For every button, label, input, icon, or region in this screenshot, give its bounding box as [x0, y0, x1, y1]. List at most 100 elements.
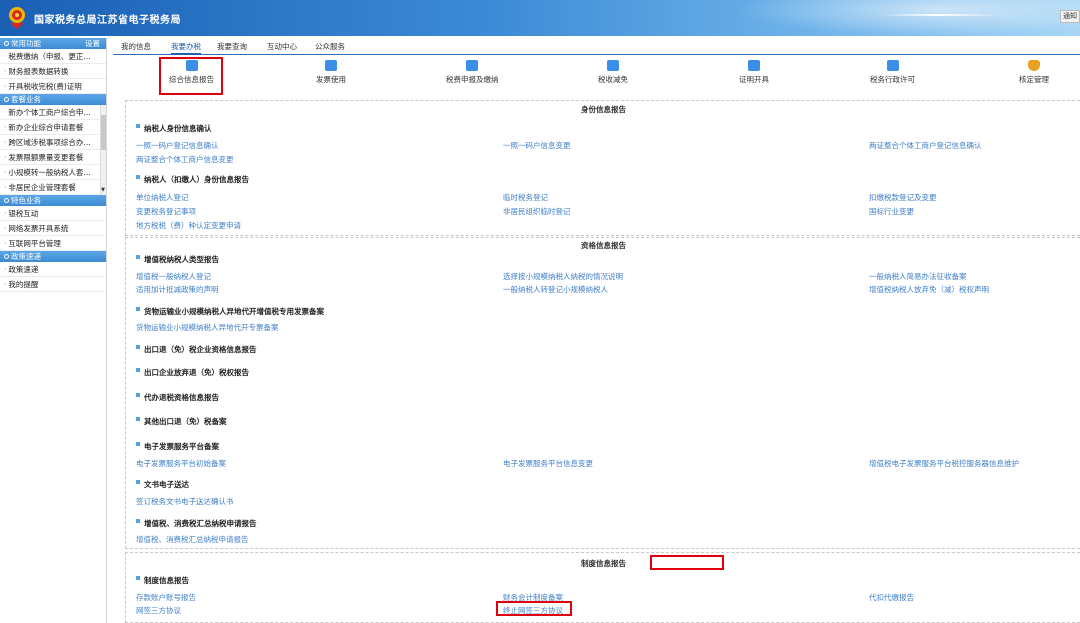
tool-invoice[interactable]: 发票使用: [316, 60, 346, 85]
service-link[interactable]: 增值税、消费税汇总纳税申请报告: [136, 534, 249, 545]
service-link[interactable]: 货物运输业小规模纳税人异地代开专票备案: [136, 322, 279, 333]
banner-streak: [880, 14, 1000, 16]
service-link[interactable]: 临时税务登记: [503, 192, 548, 203]
service-link[interactable]: 变更税务登记事项: [136, 206, 196, 217]
sidebar-section-common[interactable]: 常用功能 设置: [0, 38, 106, 49]
service-link[interactable]: 增值税一般纳税人登记: [136, 271, 211, 282]
tab-do-tax[interactable]: 我要办税: [171, 41, 201, 55]
service-link[interactable]: 存款账户账号报告: [136, 592, 196, 603]
tool-license[interactable]: 税务行政许可: [870, 60, 915, 85]
scrollbar-thumb[interactable]: [101, 115, 106, 150]
sidebar-section-policy[interactable]: 政策速递: [0, 251, 106, 262]
circle-icon: [4, 198, 9, 203]
sidebar-section-package[interactable]: 套餐业务: [0, 94, 106, 105]
sidebar-item[interactable]: 政策速递: [0, 262, 106, 277]
sidebar-item[interactable]: 发票限额票量变更套餐: [0, 150, 106, 165]
sidebar-item[interactable]: 网络发票开具系统: [0, 221, 106, 236]
service-link[interactable]: 两证整合个体工商户信息变更: [136, 154, 234, 165]
tool-declare[interactable]: 税费申报及缴纳: [446, 60, 499, 85]
service-link[interactable]: 地方税税（费）种认定变更申请: [136, 220, 241, 231]
license-icon: [886, 60, 899, 71]
service-link[interactable]: 选择按小规模纳税人纳税的情况说明: [503, 271, 623, 282]
sidebar-item[interactable]: 财务报表数据转换: [0, 64, 106, 79]
sidebar-item[interactable]: 银税互动: [0, 206, 106, 221]
certificate-icon: [748, 60, 760, 71]
service-link[interactable]: 扣缴税款登记及变更: [869, 192, 937, 203]
invoice-icon: [325, 60, 337, 71]
tab-interaction[interactable]: 互动中心: [267, 41, 297, 52]
circle-icon: [4, 41, 9, 46]
section-qualification: 资格信息报告 增值税纳税人类型报告 增值税一般纳税人登记 选择按小规模纳税人纳税…: [125, 237, 1080, 549]
sidebar-item[interactable]: 新办企业综合申请套餐: [0, 120, 106, 135]
sidebar-section-special[interactable]: 特色业务: [0, 195, 106, 206]
tool-assessment[interactable]: 核定管理: [1019, 60, 1049, 85]
main-content: 身份信息报告 纳税人身份信息确认 一照一码户登记信息确认 一照一码户信息变更 两…: [113, 96, 1080, 623]
tab-public-service[interactable]: 公众服务: [315, 41, 345, 52]
tool-label: 核定管理: [1019, 75, 1049, 84]
scroll-down-icon[interactable]: ▼: [100, 187, 106, 193]
notice-link[interactable]: 通知: [1060, 10, 1080, 23]
group-title: 增值税、消费税汇总纳税申请报告: [136, 518, 257, 529]
group-title: 出口退（免）税企业资格信息报告: [136, 344, 257, 355]
highlight-box: [496, 601, 572, 616]
service-link[interactable]: 一般纳税人简易办法征收备案: [869, 271, 967, 282]
tool-certificate[interactable]: 证明开具: [739, 60, 769, 85]
group-title: 代办退税资格信息报告: [136, 392, 219, 403]
group-title: 文书电子送达: [136, 479, 189, 490]
sidebar-item[interactable]: 税费缴纳（申报、更正…: [0, 49, 106, 64]
group-title: 货物运输业小规模纳税人异地代开增值税专用发票备案: [136, 306, 324, 317]
tool-label: 税务行政许可: [870, 75, 915, 84]
highlight-box: [159, 57, 223, 95]
section-system: 制度信息报告 制度信息报告 存款账户账号报告 财务会计制度备案 代扣代缴报告 网…: [125, 552, 1080, 623]
group-title: 其他出口退（免）税备案: [136, 416, 227, 427]
group-title: 出口企业放弃退（免）税权报告: [136, 367, 249, 378]
top-banner: 国家税务总局江苏省电子税务局 通知: [0, 0, 1080, 36]
settings-link[interactable]: 设置: [85, 38, 100, 49]
sidebar-item[interactable]: 互联网平台管理: [0, 236, 106, 251]
service-link[interactable]: 一照一码户登记信息确认: [136, 140, 219, 151]
site-title: 国家税务总局江苏省电子税务局: [34, 15, 181, 26]
service-link[interactable]: 增值税电子发票服务平台税控服务器信息维护: [869, 458, 1019, 469]
service-link[interactable]: 国标行业变更: [869, 206, 914, 217]
tab-my-info[interactable]: 我的信息: [121, 41, 151, 52]
service-link[interactable]: 一般纳税人转登记小规模纳税人: [503, 284, 608, 295]
section-title: 特色业务: [11, 196, 41, 205]
service-link[interactable]: 签订税务文书电子送达确认书: [136, 496, 234, 507]
section-title: 资格信息报告: [581, 241, 626, 250]
shield-icon: [1028, 60, 1040, 71]
service-link[interactable]: 两证整合个体工商户登记信息确认: [869, 140, 982, 151]
tool-label: 发票使用: [316, 75, 346, 84]
tool-reduction[interactable]: 税收减免: [598, 60, 628, 85]
calculator-icon: [607, 60, 619, 71]
service-link[interactable]: 非居民组织临时登记: [503, 206, 571, 217]
service-link[interactable]: 电子发票服务平台信息变更: [503, 458, 593, 469]
group-title: 纳税人（扣缴人）身份信息报告: [136, 174, 249, 185]
sidebar-item[interactable]: 我的提醒: [0, 277, 106, 292]
tool-label: 证明开具: [739, 75, 769, 84]
service-link[interactable]: 一照一码户信息变更: [503, 140, 571, 151]
sidebar-item[interactable]: 开具税收完税(费)证明: [0, 79, 106, 94]
service-link[interactable]: 单位纳税人登记: [136, 192, 189, 203]
function-toolbar: 综合信息报告 发票使用 税费申报及缴纳 税收减免 证明开具 税务行政许可 核定管…: [113, 56, 1080, 95]
circle-icon: [4, 97, 9, 102]
service-link[interactable]: 代扣代缴报告: [869, 592, 914, 603]
service-link[interactable]: 增值税纳税人放弃免（减）税权声明: [869, 284, 989, 295]
group-title: 制度信息报告: [136, 575, 189, 586]
service-link[interactable]: 适用加计抵减政策的声明: [136, 284, 219, 295]
group-title: 增值税纳税人类型报告: [136, 254, 219, 265]
circle-icon: [4, 254, 9, 259]
sidebar-item[interactable]: 小规模转一般纳税人套…: [0, 165, 106, 180]
service-link[interactable]: 网签三方协议: [136, 605, 181, 616]
sidebar: 常用功能设置 税费缴纳（申报、更正… 财务报表数据转换 开具税收完税(费)证明 …: [0, 38, 107, 623]
sidebar-scrollbar[interactable]: ▼: [100, 105, 106, 195]
service-link[interactable]: 电子发票服务平台初始备案: [136, 458, 226, 469]
tab-query[interactable]: 我要查询: [217, 41, 247, 52]
sidebar-item[interactable]: 非居民企业管理套餐: [0, 180, 106, 195]
sidebar-item[interactable]: 新办个体工商户综合申…: [0, 105, 106, 120]
desktop-icon: [466, 60, 479, 71]
sidebar-item[interactable]: 跨区域涉税事项综合办…: [0, 135, 106, 150]
main-nav: 我的信息 我要办税 我要查询 互动中心 公众服务: [113, 39, 1080, 55]
group-title: 纳税人身份信息确认: [136, 123, 212, 134]
section-title: 制度信息报告: [581, 559, 626, 568]
section-title: 常用功能: [11, 39, 41, 48]
